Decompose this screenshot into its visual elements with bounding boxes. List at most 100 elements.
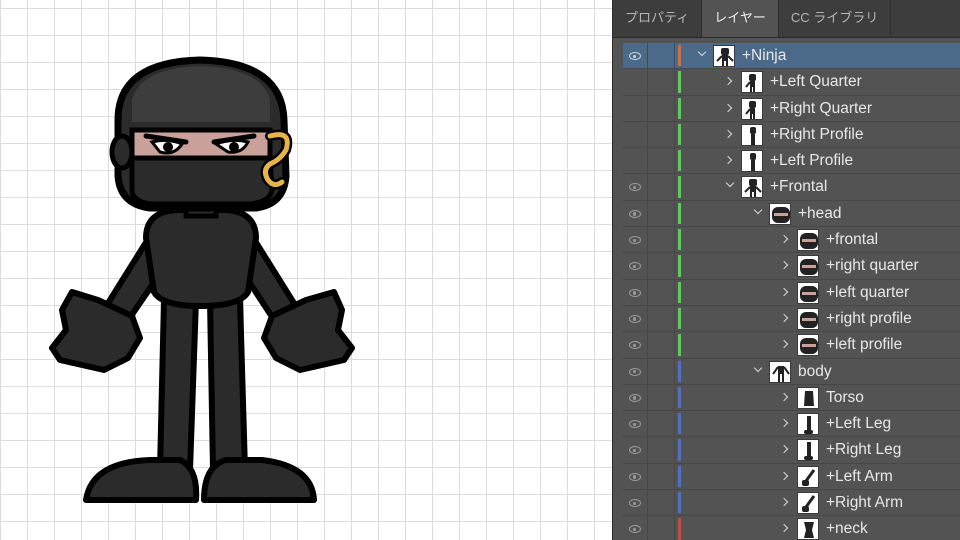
visibility-toggle[interactable] — [623, 358, 648, 384]
chevron-down-icon[interactable] — [697, 47, 707, 57]
lock-toggle[interactable] — [648, 305, 675, 332]
layer-thumbnail — [797, 439, 819, 462]
chevron-right-icon[interactable] — [779, 524, 789, 533]
visibility-toggle[interactable] — [623, 516, 648, 540]
layer-row[interactable]: +Right Profile — [623, 121, 960, 149]
lock-toggle[interactable] — [648, 516, 675, 540]
layer-row[interactable]: +right quarter — [623, 253, 960, 280]
visibility-toggle[interactable] — [623, 463, 648, 490]
layer-list: +Ninja +Left Quarter +Right Quarter +Right … — [623, 43, 960, 540]
visibility-toggle[interactable] — [623, 384, 648, 411]
artboard-canvas[interactable] — [0, 0, 612, 540]
layer-thumbnail — [797, 386, 819, 409]
lock-toggle[interactable] — [648, 279, 675, 305]
layer-row[interactable]: +right profile — [623, 305, 960, 333]
layer-row[interactable]: +neck — [623, 516, 960, 540]
lock-toggle[interactable] — [648, 95, 675, 121]
eye-icon — [629, 183, 641, 192]
visibility-toggle[interactable] — [623, 490, 648, 516]
lock-toggle[interactable] — [648, 227, 675, 253]
layer-row[interactable]: +frontal — [623, 227, 960, 254]
visibility-toggle[interactable] — [623, 279, 648, 305]
layer-row[interactable]: +Left Quarter — [623, 69, 960, 96]
visibility-toggle[interactable] — [623, 174, 648, 200]
visibility-toggle[interactable] — [623, 411, 648, 437]
lock-toggle[interactable] — [648, 358, 675, 384]
visibility-toggle[interactable] — [623, 227, 648, 253]
layer-row[interactable]: +left quarter — [623, 279, 960, 306]
chevron-down-icon[interactable] — [753, 205, 763, 215]
visibility-toggle[interactable] — [623, 43, 648, 69]
ninja-artwork[interactable] — [0, 0, 612, 540]
chevron-right-icon[interactable] — [779, 497, 789, 507]
layer-row[interactable]: +Right Quarter — [623, 95, 960, 122]
layer-row[interactable]: Torso — [623, 384, 960, 412]
visibility-toggle[interactable] — [623, 305, 648, 332]
lock-toggle[interactable] — [648, 332, 675, 358]
layer-color-bar — [678, 97, 681, 119]
lock-toggle[interactable] — [648, 148, 675, 174]
tab-properties[interactable]: プロパティ — [613, 0, 703, 37]
lock-toggle[interactable] — [648, 253, 675, 279]
chevron-right-icon[interactable] — [723, 77, 733, 86]
lock-toggle[interactable] — [648, 43, 675, 69]
chevron-right-icon[interactable] — [779, 418, 789, 428]
layer-thumbnail — [797, 307, 819, 330]
lock-toggle[interactable] — [648, 437, 675, 463]
chevron-right-icon[interactable] — [723, 129, 733, 139]
layer-name: +Right Leg — [826, 441, 902, 459]
visibility-toggle[interactable] — [623, 437, 648, 463]
chevron-down-icon[interactable] — [725, 179, 735, 188]
visibility-toggle[interactable] — [623, 148, 648, 174]
eye-icon — [629, 288, 641, 297]
chevron-right-icon[interactable] — [779, 392, 789, 402]
chevron-right-icon[interactable] — [779, 340, 789, 349]
layer-row[interactable]: body — [623, 358, 960, 385]
layer-thumbnail — [797, 465, 819, 488]
layer-name: +Left Quarter — [770, 73, 862, 91]
chevron-right-icon[interactable] — [779, 471, 789, 480]
chevron-right-icon[interactable] — [723, 155, 733, 165]
tab-cc-libraries[interactable]: CC ライブラリ — [779, 0, 892, 37]
layer-name: +right quarter — [826, 257, 919, 275]
lock-toggle[interactable] — [648, 69, 675, 95]
layer-name: +right profile — [826, 309, 912, 327]
layer-thumbnail — [797, 492, 819, 515]
layer-color-bar — [678, 176, 681, 198]
chevron-right-icon[interactable] — [723, 103, 733, 112]
layer-row[interactable]: +Right Leg — [623, 437, 960, 464]
chevron-down-icon[interactable] — [753, 363, 763, 372]
eye-icon — [629, 341, 641, 350]
chevron-right-icon[interactable] — [779, 287, 789, 296]
eye-icon — [629, 499, 641, 508]
lock-toggle[interactable] — [648, 411, 675, 437]
visibility-toggle[interactable] — [623, 95, 648, 121]
layer-color-bar — [678, 45, 681, 67]
layer-row[interactable]: +head — [623, 200, 960, 228]
layer-row[interactable]: +Left Arm — [623, 463, 960, 491]
chevron-right-icon[interactable] — [779, 445, 789, 454]
visibility-toggle[interactable] — [623, 121, 648, 148]
visibility-toggle[interactable] — [623, 332, 648, 358]
lock-toggle[interactable] — [648, 174, 675, 200]
chevron-right-icon[interactable] — [779, 261, 789, 270]
visibility-toggle[interactable] — [623, 200, 648, 227]
tab-layers[interactable]: レイヤー — [702, 0, 779, 37]
lock-toggle[interactable] — [648, 463, 675, 490]
ninja-right-pupil — [229, 142, 239, 152]
layer-row[interactable]: +Left Profile — [623, 148, 960, 175]
lock-toggle[interactable] — [648, 200, 675, 227]
ninja-left-foot — [83, 457, 200, 503]
layer-row[interactable]: +Ninja — [623, 43, 960, 70]
chevron-right-icon[interactable] — [779, 313, 789, 323]
layer-row[interactable]: +Left Leg — [623, 411, 960, 438]
layer-row[interactable]: +left profile — [623, 332, 960, 359]
lock-toggle[interactable] — [648, 121, 675, 148]
layer-row[interactable]: +Right Arm — [623, 490, 960, 517]
layer-row[interactable]: +Frontal — [623, 174, 960, 201]
visibility-toggle[interactable] — [623, 253, 648, 279]
chevron-right-icon[interactable] — [779, 234, 789, 244]
visibility-toggle[interactable] — [623, 69, 648, 95]
lock-toggle[interactable] — [648, 384, 675, 411]
lock-toggle[interactable] — [648, 490, 675, 516]
